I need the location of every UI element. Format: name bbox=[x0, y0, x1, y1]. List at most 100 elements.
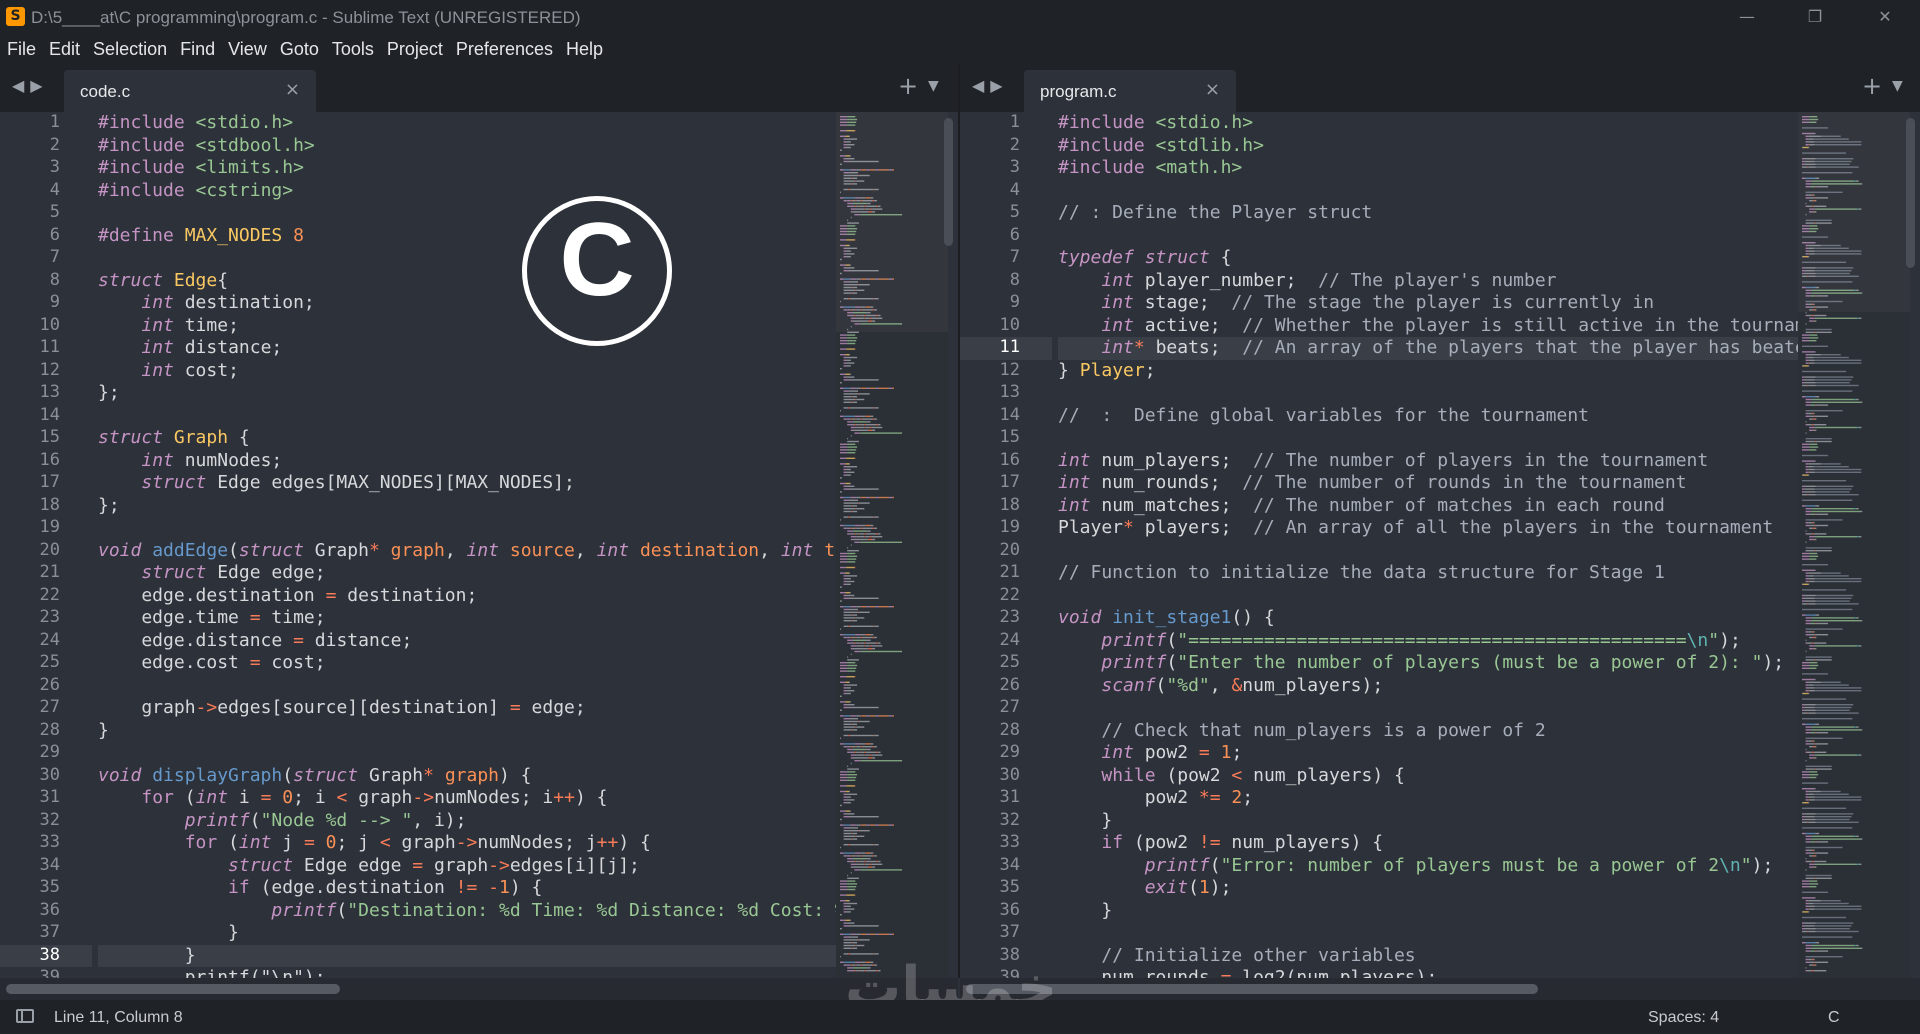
editor-pane-right[interactable]: 1 2 3 4 5 6 7 8 9 10 11 12 13 14 15 16 17 18 19 20 21 22 23 24 2… bbox=[960, 112, 1920, 978]
code-line[interactable]: struct Edge edge = graph->edges[i][j]; bbox=[98, 855, 846, 878]
code-line[interactable]: int stage; // The stage the player is cu… bbox=[1058, 292, 1806, 315]
menu-edit[interactable]: Edit bbox=[42, 39, 86, 60]
code-line[interactable]: int time; bbox=[98, 315, 846, 338]
code-line[interactable]: struct Edge{ bbox=[98, 270, 846, 293]
horizontal-scrollbar-left[interactable] bbox=[6, 984, 340, 994]
code-line[interactable]: if (edge.destination != -1) { bbox=[98, 877, 846, 900]
code-line[interactable]: for (int j = 0; j < graph->numNodes; j++… bbox=[98, 832, 846, 855]
code-line[interactable]: ​ bbox=[1058, 427, 1806, 450]
code-line[interactable]: int num_matches; // The number of matche… bbox=[1058, 495, 1806, 518]
code-line[interactable]: int num_players; // The number of player… bbox=[1058, 450, 1806, 473]
menu-selection[interactable]: Selection bbox=[86, 39, 173, 60]
code-line[interactable]: ​ bbox=[1058, 382, 1806, 405]
code-line[interactable]: } bbox=[1058, 810, 1806, 833]
code-line[interactable]: #include <limits.h> bbox=[98, 157, 846, 180]
minimap[interactable] bbox=[1798, 112, 1910, 978]
new-tab-plus-icon[interactable]: + bbox=[898, 72, 918, 100]
minimap-viewport[interactable] bbox=[1798, 112, 1910, 312]
code-line[interactable]: // Function to initialize the data struc… bbox=[1058, 562, 1806, 585]
code-line[interactable]: edge.distance = distance; bbox=[98, 630, 846, 653]
code-line[interactable]: int distance; bbox=[98, 337, 846, 360]
menu-goto[interactable]: Goto bbox=[273, 39, 325, 60]
code-line[interactable]: // Check that num_players is a power of … bbox=[1058, 720, 1806, 743]
editor-pane-left[interactable]: 1 2 3 4 5 6 7 8 9 10 11 12 13 14 15 16 17 18 19 20 21 22 23 24 2… bbox=[0, 112, 958, 978]
code-line[interactable]: ​ bbox=[98, 405, 846, 428]
code-line[interactable]: typedef struct { bbox=[1058, 247, 1806, 270]
tab-close-icon[interactable]: × bbox=[1205, 79, 1220, 100]
code-line[interactable]: int num_rounds; // The number of rounds … bbox=[1058, 472, 1806, 495]
code-line[interactable]: edge.destination = destination; bbox=[98, 585, 846, 608]
tab-program-c[interactable]: program.c × bbox=[1024, 70, 1236, 112]
code-line[interactable]: printf("================================… bbox=[1058, 630, 1806, 653]
code-line[interactable]: #include <stdbool.h> bbox=[98, 135, 846, 158]
code-line[interactable]: ​ bbox=[1058, 540, 1806, 563]
tab-close-icon[interactable]: × bbox=[285, 79, 300, 100]
code-line[interactable]: int active; // Whether the player is sti… bbox=[1058, 315, 1805, 338]
minimap-viewport[interactable] bbox=[836, 112, 948, 332]
code-line[interactable]: ​ bbox=[98, 517, 846, 540]
minimize-button[interactable]: — bbox=[1712, 0, 1782, 34]
restore-button[interactable]: ❐ bbox=[1780, 0, 1850, 34]
code-line[interactable]: int pow2 = 1; bbox=[1058, 742, 1806, 765]
new-tab-plus-icon[interactable]: + bbox=[1862, 72, 1882, 100]
panel-toggle-icon[interactable] bbox=[16, 1009, 34, 1023]
code-line[interactable]: int cost; bbox=[98, 360, 846, 383]
code-line[interactable]: graph->edges[source][destination] = edge… bbox=[98, 697, 846, 720]
code-line[interactable]: } bbox=[98, 944, 846, 967]
syntax-mode[interactable]: C bbox=[1828, 1009, 1840, 1027]
code-line[interactable]: ​ bbox=[98, 247, 846, 270]
code-line[interactable]: exit(1); bbox=[1058, 877, 1806, 900]
code-line[interactable]: edge.time = time; bbox=[98, 607, 846, 630]
code-line[interactable]: int destination; bbox=[98, 292, 846, 315]
code-line[interactable]: #define MAX_NODES 8 bbox=[98, 225, 846, 248]
code-line[interactable]: pow2 *= 2; bbox=[1058, 787, 1806, 810]
code-line[interactable]: ​ bbox=[98, 675, 846, 698]
code-line[interactable]: scanf("%d", &num_players); bbox=[1058, 675, 1806, 698]
close-window-button[interactable]: ✕ bbox=[1850, 0, 1920, 34]
code-line[interactable]: } bbox=[98, 922, 846, 945]
code-line[interactable]: #include <cstring> bbox=[98, 180, 846, 203]
code-line[interactable]: // : Define the Player struct bbox=[1058, 202, 1806, 225]
code-line[interactable]: num_rounds = log2(num_players); bbox=[1058, 967, 1806, 978]
code-line[interactable]: printf("Error: number of players must be… bbox=[1058, 855, 1806, 878]
menu-view[interactable]: View bbox=[221, 39, 273, 60]
tab-nav-arrows[interactable]: ◀▶ bbox=[12, 76, 49, 95]
vertical-scrollbar[interactable] bbox=[944, 118, 953, 246]
code-line[interactable]: } bbox=[1058, 900, 1806, 923]
code-line[interactable]: ​ bbox=[1058, 697, 1806, 720]
code-line[interactable]: #include <math.h> bbox=[1058, 157, 1806, 180]
code-line[interactable]: ​ bbox=[1058, 922, 1806, 945]
code-line[interactable]: // Initialize other variables bbox=[1058, 945, 1806, 968]
code-area[interactable]: #include <stdio.h> #include <stdlib.h> #in… bbox=[1058, 112, 1806, 978]
code-line[interactable]: } bbox=[98, 720, 846, 743]
code-line[interactable]: printf("Node %d --> ", i); bbox=[98, 810, 846, 833]
code-line[interactable]: printf("Destination: %d Time: %d Distanc… bbox=[98, 900, 846, 923]
code-line[interactable]: int numNodes; bbox=[98, 450, 846, 473]
code-line[interactable]: }; bbox=[98, 495, 846, 518]
tab-list-dropdown-icon[interactable]: ▼ bbox=[1892, 78, 1903, 94]
vertical-scrollbar[interactable] bbox=[1906, 118, 1915, 268]
code-line[interactable]: edge.cost = cost; bbox=[98, 652, 846, 675]
code-line[interactable]: while (pow2 < num_players) { bbox=[1058, 765, 1806, 788]
code-line[interactable]: int player_number; // The player's numbe… bbox=[1058, 270, 1806, 293]
menu-project[interactable]: Project bbox=[380, 39, 449, 60]
code-line[interactable]: #include <stdio.h> bbox=[1058, 112, 1806, 135]
code-line[interactable]: #include <stdio.h> bbox=[98, 112, 846, 135]
code-line[interactable]: ​ bbox=[1058, 585, 1806, 608]
menu-tools[interactable]: Tools bbox=[325, 39, 380, 60]
indentation-setting[interactable]: Spaces: 4 bbox=[1648, 1009, 1719, 1027]
tab-code-c[interactable]: code.c × bbox=[64, 70, 316, 112]
menu-file[interactable]: File bbox=[0, 39, 42, 60]
code-area[interactable]: #include <stdio.h> #include <stdbool.h> #i… bbox=[98, 112, 846, 978]
code-line[interactable]: void displayGraph(struct Graph* graph) { bbox=[98, 765, 846, 788]
code-line[interactable]: struct Graph { bbox=[98, 427, 846, 450]
code-line[interactable]: ​ bbox=[98, 202, 846, 225]
menu-find[interactable]: Find bbox=[173, 39, 221, 60]
code-line[interactable]: struct Edge edges[MAX_NODES][MAX_NODES]; bbox=[98, 472, 846, 495]
code-line[interactable]: for (int i = 0; i < graph->numNodes; i++… bbox=[98, 787, 846, 810]
code-line[interactable]: int* beats; // An array of the players t… bbox=[1058, 337, 1806, 360]
code-line[interactable]: Player* players; // An array of all the … bbox=[1058, 517, 1806, 540]
menu-help[interactable]: Help bbox=[559, 39, 609, 60]
code-line[interactable]: ​ bbox=[1058, 225, 1806, 248]
code-line[interactable]: printf("\n"); bbox=[98, 967, 846, 978]
